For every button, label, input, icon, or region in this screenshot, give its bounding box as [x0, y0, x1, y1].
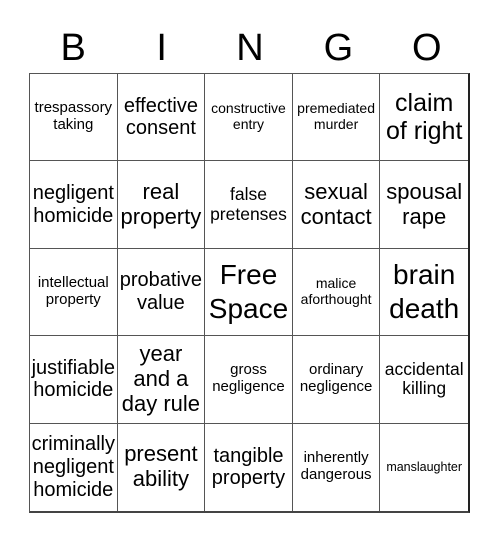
bingo-grid: trespassory taking effective consent con… [29, 73, 470, 513]
bingo-cell[interactable]: brain death [380, 249, 468, 337]
bingo-cell[interactable]: justifiable homicide [30, 336, 118, 424]
bingo-cell[interactable]: spousal rape [380, 161, 468, 249]
header-letter-i: I [156, 27, 167, 69]
bingo-cell[interactable]: sexual contact [292, 161, 381, 249]
bingo-cell[interactable]: present ability [118, 423, 206, 511]
bingo-cell[interactable]: accidental killing [380, 336, 468, 424]
bingo-cell[interactable]: false pretenses [205, 161, 293, 249]
header-letter-g: G [323, 27, 354, 69]
bingo-cell[interactable]: real property [117, 161, 206, 249]
bingo-cell[interactable]: ordinary negligence [292, 336, 381, 424]
header-letter-n: N [236, 27, 264, 69]
bingo-cell[interactable]: constructive entry [205, 74, 293, 162]
bingo-cell[interactable]: criminally negligent homicide [30, 423, 118, 511]
bingo-cell[interactable]: year and a day rule [117, 336, 206, 424]
bingo-header: B I N G O [29, 24, 471, 72]
bingo-cell[interactable]: probative value [117, 248, 206, 337]
bingo-cell[interactable]: manslaughter [380, 424, 468, 511]
header-letter-b: B [60, 27, 86, 69]
bingo-cell[interactable]: inherently dangerous [293, 423, 381, 511]
bingo-cell[interactable]: negligent homicide [30, 161, 118, 249]
bingo-cell[interactable]: malice aforthought [292, 248, 381, 337]
bingo-cell[interactable]: intellectual property [30, 248, 118, 337]
bingo-cell[interactable]: gross negligence [205, 336, 293, 424]
bingo-cell-free-space[interactable]: Free Space [205, 248, 293, 337]
bingo-cell[interactable]: tangible property [205, 423, 293, 511]
bingo-cell[interactable]: trespassory taking [30, 74, 118, 162]
bingo-cell[interactable]: premediated murder [292, 74, 381, 162]
header-letter-o: O [412, 27, 442, 69]
bingo-cell[interactable]: claim of right [380, 74, 468, 162]
bingo-cell[interactable]: effective consent [117, 74, 206, 162]
